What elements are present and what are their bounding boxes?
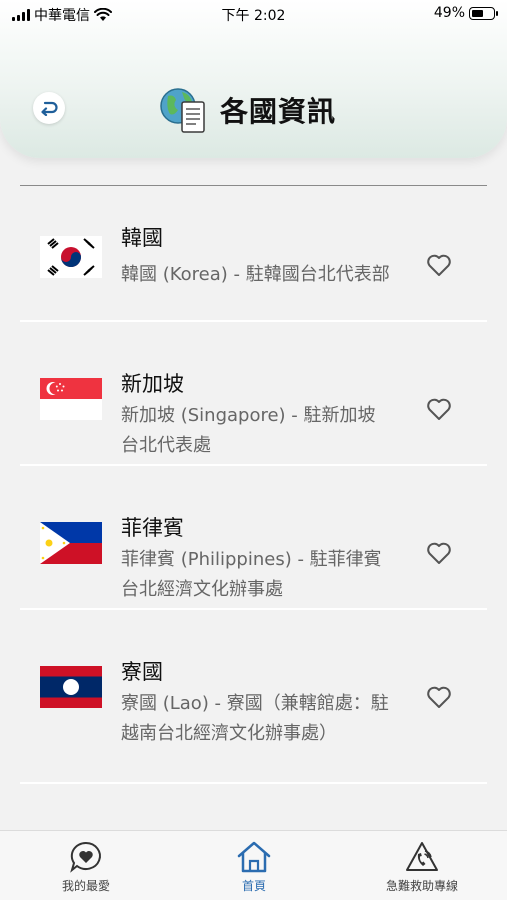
title-group: 各國資訊 xyxy=(158,84,336,136)
home-icon xyxy=(237,841,271,873)
page-title: 各國資訊 xyxy=(220,95,337,128)
list-item[interactable]: 菲律賓 菲律賓 (Philippines) - 駐菲律賓台北經濟文化辦事處 xyxy=(20,466,487,610)
header: 中華電信 下午 2:02 49% 各國資訊 xyxy=(0,0,507,158)
globe-document-icon xyxy=(158,84,210,136)
tab-home-label: 首頁 xyxy=(241,879,266,893)
list-item[interactable]: 寮國 寮國 (Lao) - 寮國（兼轄館處：駐越南台北經濟文化辦事處） xyxy=(20,610,487,784)
country-description: 菲律賓 (Philippines) - 駐菲律賓台北經濟文化辦事處 xyxy=(121,549,382,600)
country-description: 韓國 (Korea) - 駐韓國台北代表部 xyxy=(121,264,390,285)
back-button[interactable] xyxy=(33,92,65,124)
laos-flag xyxy=(40,666,102,708)
phone-call-icon xyxy=(406,842,438,871)
philippines-flag xyxy=(40,522,102,564)
korea-flag xyxy=(40,236,102,278)
list-item[interactable]: 韓國 韓國 (Korea) - 駐韓國台北代表部 xyxy=(20,222,487,322)
heart-outline-icon[interactable] xyxy=(426,397,452,421)
country-name: 菲律賓 xyxy=(121,516,184,540)
heart-outline-icon[interactable] xyxy=(426,685,452,709)
heart-outline-icon[interactable] xyxy=(426,253,452,277)
battery-icon xyxy=(469,6,498,20)
heart-chat-icon xyxy=(70,841,101,873)
singapore-flag xyxy=(40,378,102,420)
heart-outline-icon[interactable] xyxy=(426,541,452,565)
country-description: 新加坡 (Singapore) - 駐新加坡台北代表處 xyxy=(121,405,376,456)
tab-home[interactable]: 首頁 xyxy=(225,831,283,900)
tab-bar: 我的最愛 首頁 急難救助專線 xyxy=(0,830,507,900)
tab-favorites[interactable]: 我的最愛 xyxy=(50,831,122,900)
return-arrow-icon xyxy=(41,101,58,116)
battery-group: 49% xyxy=(433,5,498,21)
tab-emergency[interactable]: 急難救助專線 xyxy=(372,831,472,900)
clock: 下午 2:02 xyxy=(221,8,286,24)
country-name: 新加坡 xyxy=(121,372,184,396)
country-name: 寮國 xyxy=(121,660,163,684)
list-item[interactable]: 新加坡 新加坡 (Singapore) - 駐新加坡台北代表處 xyxy=(20,322,487,466)
divider xyxy=(20,185,487,186)
status-bar: 中華電信 下午 2:02 49% xyxy=(0,0,507,30)
country-name: 韓國 xyxy=(121,226,163,250)
battery-percent: 49% xyxy=(433,5,465,21)
country-description: 寮國 (Lao) - 寮國（兼轄館處：駐越南台北經濟文化辦事處） xyxy=(121,693,389,744)
tab-emergency-label: 急難救助專線 xyxy=(385,879,458,893)
tab-favorites-label: 我的最愛 xyxy=(61,879,110,893)
